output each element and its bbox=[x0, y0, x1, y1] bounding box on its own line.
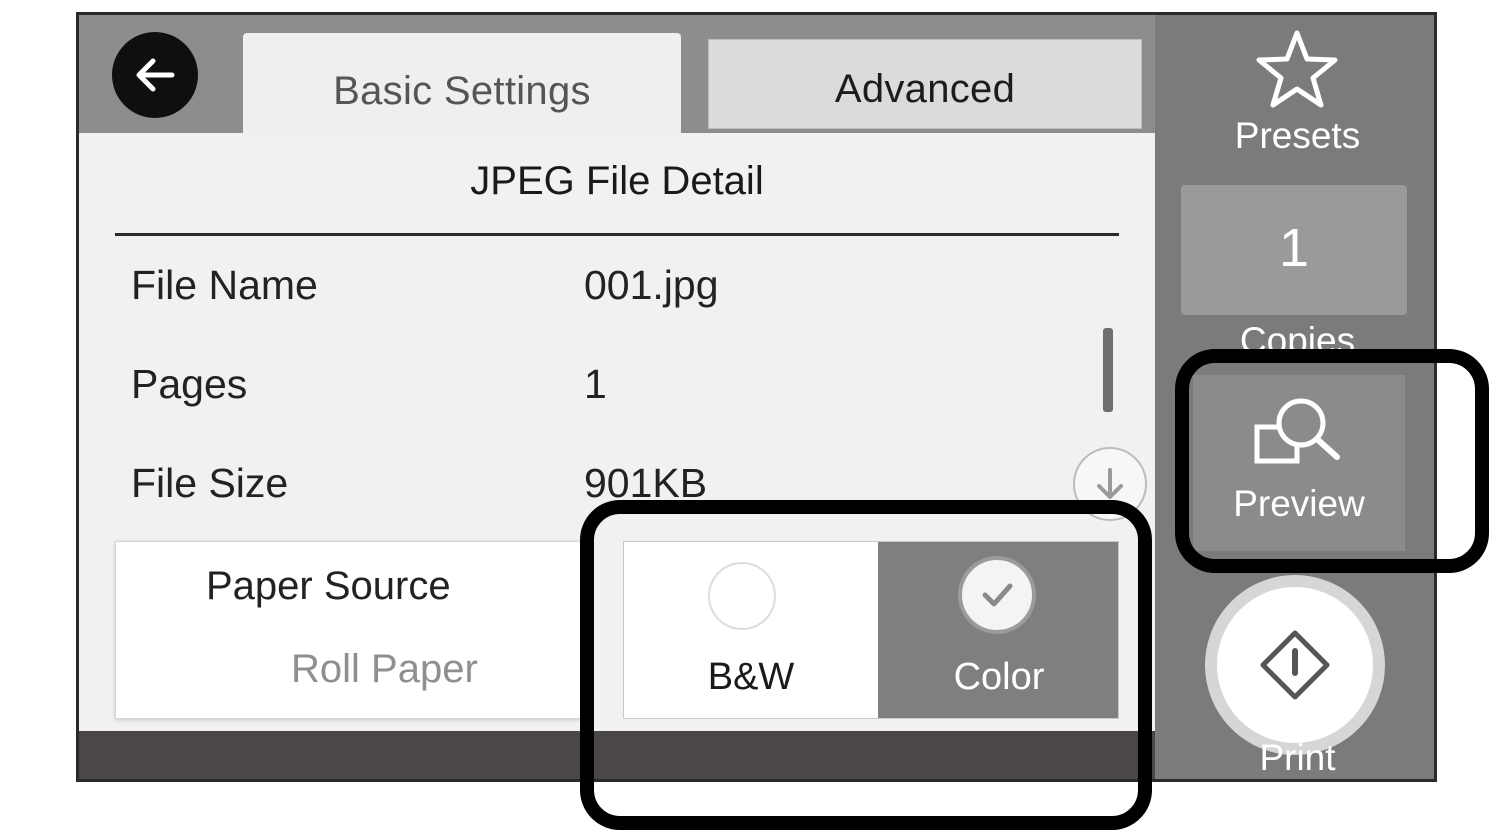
paper-source-value: Roll Paper bbox=[291, 647, 478, 691]
presets-button[interactable]: Presets bbox=[1155, 15, 1434, 175]
pages-value: 1 bbox=[584, 361, 607, 407]
back-button[interactable] bbox=[112, 32, 198, 118]
star-icon bbox=[1256, 30, 1338, 108]
tab-basic-settings[interactable]: Basic Settings bbox=[243, 33, 681, 137]
presets-label: Presets bbox=[1234, 115, 1361, 156]
color-highlight-frame bbox=[580, 500, 1152, 830]
back-arrow-icon bbox=[136, 58, 175, 92]
file-name-value: 001.jpg bbox=[584, 262, 719, 308]
scrollbar[interactable] bbox=[1103, 328, 1113, 412]
file-size-label: File Size bbox=[131, 460, 289, 506]
pages-label: Pages bbox=[131, 361, 248, 407]
section-divider bbox=[115, 233, 1119, 236]
section-title: JPEG File Detail bbox=[470, 159, 764, 203]
print-label: Print bbox=[1259, 737, 1336, 778]
preview-highlight-frame bbox=[1175, 349, 1489, 573]
tab-advanced[interactable]: Advanced bbox=[708, 39, 1142, 129]
top-bar: Basic Settings Advanced bbox=[79, 15, 1155, 137]
paper-source-label: Paper Source bbox=[206, 564, 451, 608]
paper-source-button[interactable]: Paper Source Roll Paper bbox=[115, 541, 581, 719]
print-button[interactable] bbox=[1205, 575, 1385, 755]
down-arrow-icon bbox=[1097, 468, 1123, 499]
diamond-start-icon bbox=[1260, 630, 1330, 700]
copies-input[interactable]: 1 bbox=[1181, 185, 1407, 315]
file-name-label: File Name bbox=[131, 262, 318, 308]
